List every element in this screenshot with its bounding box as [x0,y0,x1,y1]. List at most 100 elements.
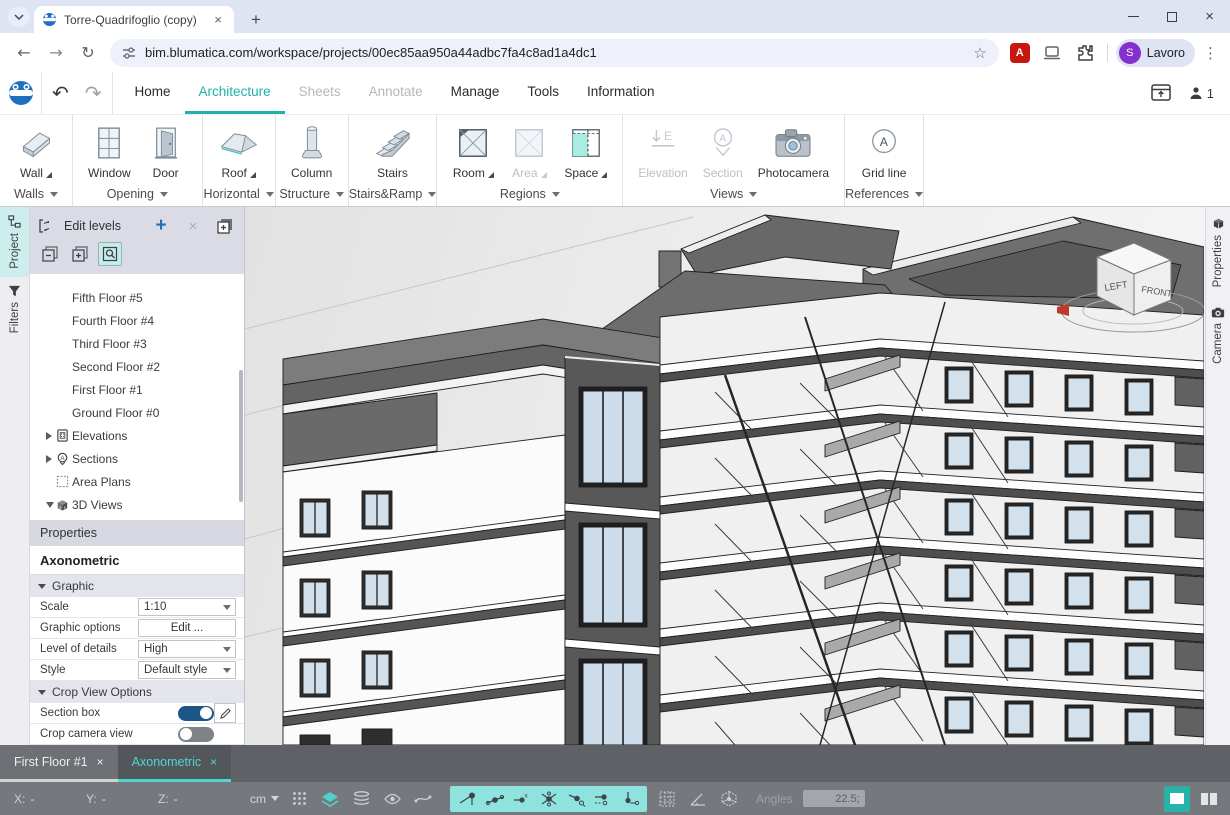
structure-group-dropdown[interactable]: Structure [276,182,348,206]
level-of-details-select[interactable]: High [138,640,236,658]
tree-scrollbar[interactable] [239,370,243,502]
regions-group-dropdown[interactable]: Regions [437,182,622,206]
views-group-dropdown[interactable]: Views [623,182,844,206]
section-box-toggle[interactable] [178,706,214,721]
tree-item-floor[interactable]: Second Floor #2 [30,355,244,378]
panel-layout-icon[interactable] [1151,84,1171,102]
horizontal-group-dropdown[interactable]: Horizontal [203,182,275,206]
site-settings-icon[interactable] [122,46,136,60]
layers-diamond-icon[interactable] [319,788,341,810]
view-tab-axonometric[interactable]: Axonometric × [118,745,232,782]
scale-select[interactable]: 1:10 [138,598,236,616]
grid-toggle-icon[interactable] [288,788,310,810]
url-bar[interactable]: bim.blumatica.com/workspace/projects/00e… [110,39,999,67]
snap-center-icon[interactable] [535,788,562,810]
snap-nearest-icon[interactable] [562,788,589,810]
snap-extension-icon[interactable] [616,788,643,810]
building-model-3d[interactable]: LEFT FRONT [245,207,1204,745]
forward-icon[interactable]: → [43,40,69,66]
snap-perpendicular-icon[interactable] [589,788,616,810]
stairsramp-group-dropdown[interactable]: Stairs&Ramp [349,182,437,206]
window-maximize-button[interactable] [1167,12,1177,22]
delete-level-button[interactable]: × [182,215,204,237]
visibility-eye-icon[interactable] [381,788,403,810]
tree-item-floor[interactable]: Third Floor #3 [30,332,244,355]
wall-tool-button[interactable]: Wall [10,121,62,182]
rail-tab-properties[interactable]: Properties [1206,207,1230,297]
roof-tool-button[interactable]: Roof [213,121,265,182]
menu-manage[interactable]: Manage [437,72,514,114]
graphic-options-edit-button[interactable]: Edit ... [138,619,236,637]
stairs-tool-button[interactable]: Stairs [367,121,419,182]
bookmark-star-icon[interactable]: ☆ [973,44,986,62]
menu-tools[interactable]: Tools [513,72,573,114]
viewport-3d[interactable]: LEFT FRONT [245,207,1205,745]
browser-tab[interactable]: Torre-Quadrifoglio (copy) × [34,6,234,33]
grid-snap-icon[interactable] [656,788,678,810]
column-tool-button[interactable]: Column [286,121,338,182]
rail-tab-filters[interactable]: Filters [0,277,29,341]
tree-item-3d-views[interactable]: 3D Views [30,493,244,516]
tree-item-floor[interactable]: Fifth Floor #5 [30,286,244,309]
space-tool-button[interactable]: Space [559,121,612,182]
rail-tab-camera[interactable]: Camera [1206,297,1230,374]
back-icon[interactable]: ← [11,40,37,66]
tab-close-icon[interactable]: × [210,12,226,28]
expand-caret-icon[interactable] [46,432,52,440]
window-tool-button[interactable]: Window [83,121,136,182]
expand-all-button[interactable] [68,242,92,266]
style-select[interactable]: Default style [138,661,236,679]
angle-snap-icon[interactable] [687,788,709,810]
window-close-button[interactable]: × [1205,9,1214,24]
tree-item-sections[interactable]: A Sections [30,447,244,470]
references-group-dropdown[interactable]: References [845,182,923,206]
tree-item-floor[interactable]: Fourth Floor #4 [30,309,244,332]
split-view-button[interactable] [1196,786,1222,812]
collapse-caret-icon[interactable] [46,502,54,508]
osnap-3d-icon[interactable] [718,788,740,810]
view-tab-close-icon[interactable]: × [210,755,217,769]
tree-item-floor[interactable]: First Floor #1 [30,378,244,401]
extensions-puzzle-icon[interactable] [1074,41,1098,65]
rail-tab-project[interactable]: Project [0,207,29,277]
crop-camera-view-toggle[interactable] [178,727,214,742]
tree-item-area-plans[interactable]: Area Plans [30,470,244,493]
expand-caret-icon[interactable] [46,455,52,463]
app-logo[interactable] [0,72,42,114]
menu-home[interactable]: Home [121,72,185,114]
collaborators-indicator[interactable]: 1 [1189,86,1214,101]
snap-endpoint-icon[interactable] [454,788,481,810]
redo-icon[interactable]: ↷ [85,81,102,105]
room-tool-button[interactable]: Room [447,121,499,182]
view-tab-close-icon[interactable]: × [97,755,104,769]
single-view-button[interactable] [1164,786,1190,812]
gridline-tool-button[interactable]: A Grid line [857,121,912,182]
menu-information[interactable]: Information [573,72,669,114]
new-tab-button[interactable]: + [244,8,268,32]
graphic-section-header[interactable]: Graphic [30,575,244,597]
adobe-acrobat-extension-icon[interactable]: A [1010,43,1030,63]
tree-item-floor[interactable]: Ground Floor #0 [30,401,244,424]
tab-search-chevron-icon[interactable] [8,7,30,27]
menu-architecture[interactable]: Architecture [185,72,285,114]
window-minimize-button[interactable] [1128,16,1139,18]
url-text[interactable]: bim.blumatica.com/workspace/projects/00e… [145,45,964,60]
unit-select[interactable]: cm [250,792,279,806]
opening-group-dropdown[interactable]: Opening [73,182,202,206]
collapse-all-button[interactable] [38,242,62,266]
reload-icon[interactable]: ↻ [75,40,101,66]
spline-icon[interactable] [412,788,434,810]
door-tool-button[interactable]: Door [140,121,192,182]
open-view-copy-icon[interactable] [214,215,236,237]
view-tab-first-floor[interactable]: First Floor #1 × [0,745,118,782]
zoom-selection-button[interactable] [98,242,122,266]
angles-input[interactable]: 22.5; [803,790,865,807]
crop-view-options-header[interactable]: Crop View Options [30,681,244,703]
laptop-extension-icon[interactable] [1040,41,1064,65]
profile-button[interactable]: S Lavoro [1116,39,1195,67]
snap-midpoint-icon[interactable] [481,788,508,810]
walls-group-dropdown[interactable]: Walls [0,182,72,206]
tree-item-elevations[interactable]: Elevations [30,424,244,447]
photocamera-tool-button[interactable]: Photocamera [753,121,834,182]
undo-icon[interactable]: ↶ [52,81,69,105]
